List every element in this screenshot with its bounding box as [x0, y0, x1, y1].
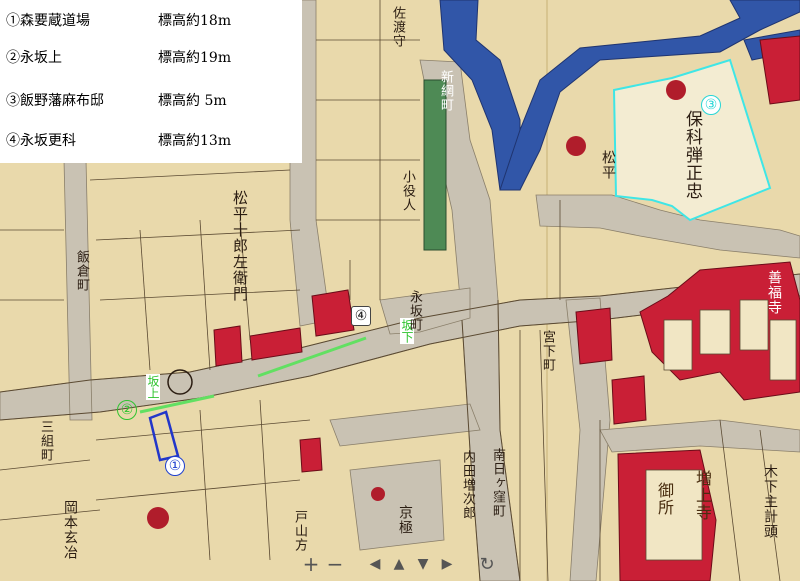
legend-name: ③飯野藩麻布邸 — [6, 93, 104, 109]
slope-top-label: 坂上 — [146, 374, 160, 400]
legend-row-2: ②永坂上 標高約19m — [6, 47, 231, 67]
label-uchida: 内田増次郎 — [460, 450, 475, 520]
label-sado: 佐渡守 — [390, 6, 405, 48]
zoom-in-button[interactable]: + — [300, 552, 322, 576]
label-zojoji: 増上寺 — [693, 470, 712, 521]
label-nagasaka-town: 永坂町 — [407, 290, 422, 332]
legend-elevation: 標高約18m — [158, 13, 232, 29]
pan-left-button[interactable]: ◀ — [364, 553, 386, 575]
label-kyogoku: 京極 — [397, 505, 413, 535]
marker-dojo[interactable]: ① — [165, 456, 185, 476]
reset-view-button[interactable]: ↻ — [476, 553, 498, 575]
legend-name: ②永坂上 — [6, 50, 62, 66]
elevation-legend: ①森要蔵道場 標高約18m ②永坂上 標高約19m ③飯野藩麻布邸 標高約 5m… — [0, 0, 302, 163]
marker-nagasaka-ue[interactable]: ② — [117, 400, 137, 420]
legend-row-1: ①森要蔵道場 標高約18m — [6, 10, 231, 30]
legend-elevation: 標高約 5m — [158, 93, 227, 109]
label-matsudaira-juro: 松平十郎左衛門 — [231, 190, 249, 302]
legend-row-3: ③飯野藩麻布邸 標高約 5m — [6, 90, 227, 110]
legend-elevation: 標高約13m — [158, 133, 232, 149]
label-zenpukuji: 善福寺 — [766, 270, 782, 315]
legend-name: ①森要蔵道場 — [6, 13, 90, 29]
label-toyama: 戸山方 — [292, 510, 307, 552]
marker-nagasaka-sarashina[interactable]: ④ — [351, 306, 371, 326]
label-iikura: 飯倉町 — [74, 250, 89, 292]
zoom-out-button[interactable]: − — [324, 552, 346, 576]
label-kinoshita: 木下主計頭 — [762, 464, 778, 539]
legend-elevation: 標高約19m — [158, 50, 232, 66]
label-minami-hinokubo: 南日ヶ窪町 — [490, 448, 505, 518]
label-matsudaira: 松平 — [600, 150, 616, 180]
pan-right-button[interactable]: ▶ — [436, 553, 458, 575]
label-gosho: 御所 — [655, 482, 674, 516]
label-komoda: 小役人 — [400, 170, 415, 212]
label-sanjo: 三組町 — [38, 420, 53, 462]
legend-row-4: ④永坂更科 標高約13m — [6, 130, 231, 150]
pan-down-button[interactable]: ▼ — [412, 553, 434, 575]
label-shinami: 新網町 — [438, 70, 453, 112]
pan-up-button[interactable]: ▲ — [388, 553, 410, 575]
label-miyashita: 宮下町 — [540, 330, 555, 372]
legend-name: ④永坂更科 — [6, 133, 76, 149]
label-hoshina: 保科弾正忠 — [682, 110, 702, 200]
map-controls: + − ◀ ▲ ▼ ▶ ↻ — [300, 551, 498, 577]
label-okamoto: 岡本玄冶 — [62, 500, 78, 560]
